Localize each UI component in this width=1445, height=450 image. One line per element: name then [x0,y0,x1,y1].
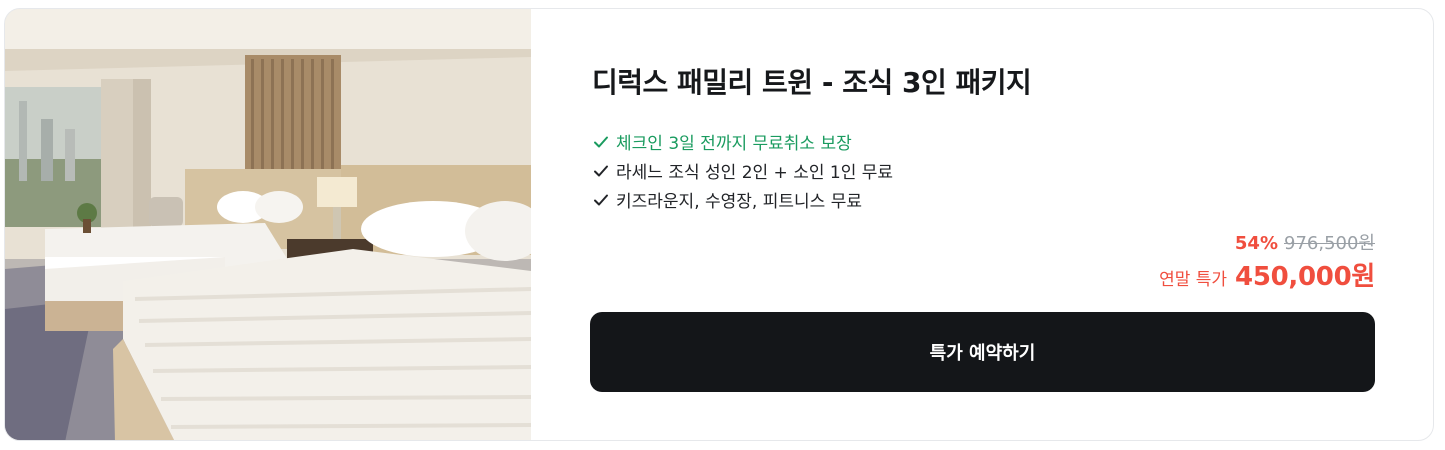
feature-item-breakfast: 라세느 조식 성인 2인 + 소인 1인 무료 [592,156,893,185]
price-sale-row: 연말 특가 450,000원 [1159,257,1375,297]
original-price: 976,500원 [1284,233,1375,254]
price-original-row: 54% 976,500원 [1159,231,1375,257]
feature-text: 체크인 3일 전까지 무료취소 보장 [616,134,852,154]
room-photo [5,9,531,440]
book-special-button[interactable]: 특가 예약하기 [590,312,1375,392]
discount-rate: 54% [1234,233,1278,254]
sale-price: 450,000원 [1235,262,1375,292]
check-icon [594,165,608,176]
sale-label: 연말 특가 [1159,270,1228,290]
package-details: 디럭스 패밀리 트윈 - 조식 3인 패키지 체크인 3일 전까지 무료취소 보… [590,9,1375,440]
feature-list: 체크인 3일 전까지 무료취소 보장 라세느 조식 성인 2인 + 소인 1인 … [592,127,893,214]
package-card[interactable]: 디럭스 패밀리 트윈 - 조식 3인 패키지 체크인 3일 전까지 무료취소 보… [4,8,1434,441]
check-icon [594,194,608,205]
price-block: 54% 976,500원 연말 특가 450,000원 [1159,231,1375,297]
feature-item-facilities: 키즈라운지, 수영장, 피트니스 무료 [592,185,893,214]
package-title: 디럭스 패밀리 트윈 - 조식 3인 패키지 [592,66,1032,99]
feature-text: 키즈라운지, 수영장, 피트니스 무료 [616,192,862,212]
check-icon [594,136,608,147]
feature-item-free-cancel: 체크인 3일 전까지 무료취소 보장 [592,127,893,156]
feature-text: 라세느 조식 성인 2인 + 소인 1인 무료 [616,163,894,183]
